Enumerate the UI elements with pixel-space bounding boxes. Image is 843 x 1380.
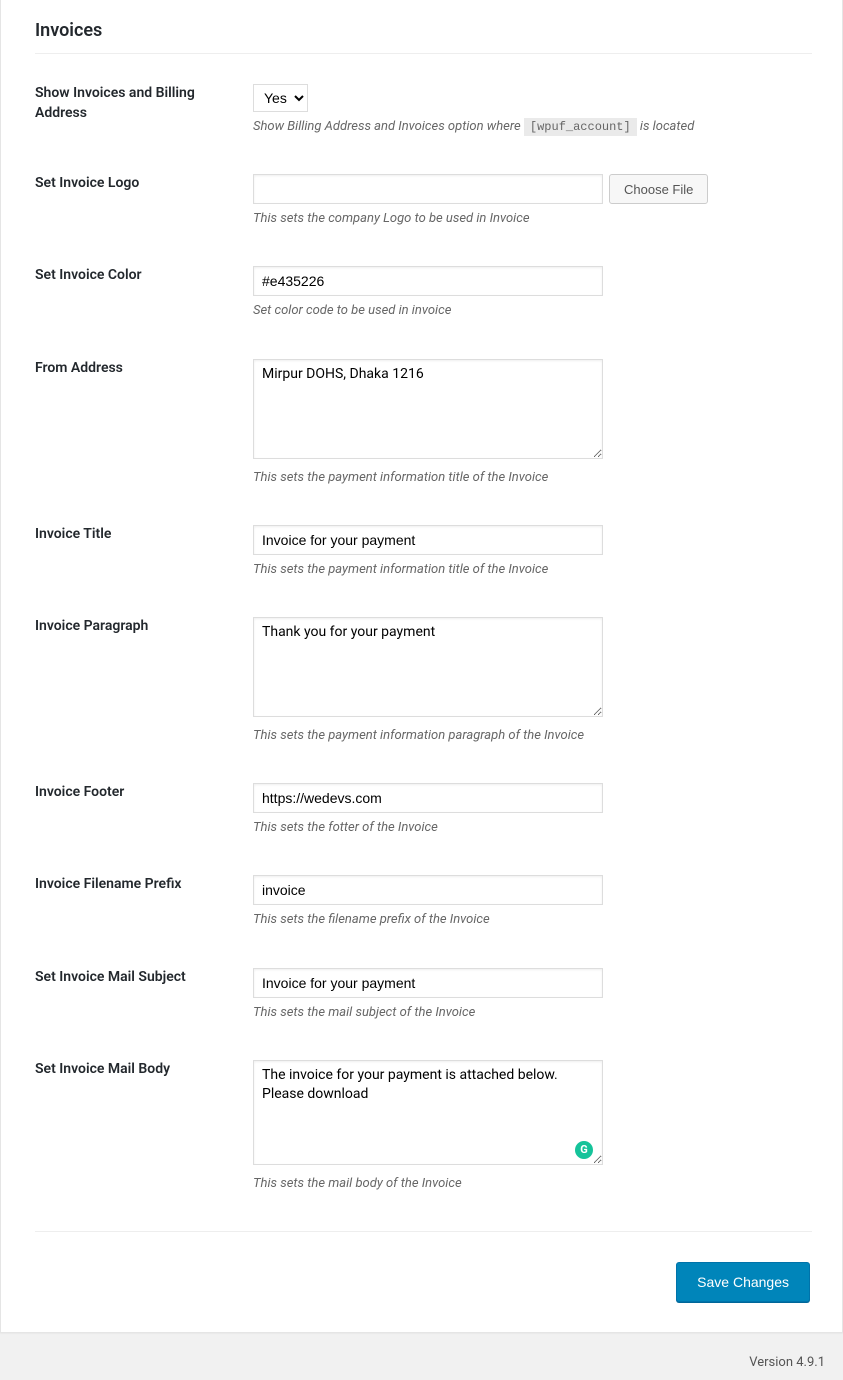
field-invoice-mail-body: Set Invoice Mail Body The invoice for yo… <box>35 1060 812 1193</box>
desc-invoice-mail-body: This sets the mail body of the Invoice <box>253 1175 812 1193</box>
textarea-invoice-mail-body[interactable]: The invoice for your payment is attached… <box>253 1060 603 1165</box>
label-invoice-mail-body: Set Invoice Mail Body <box>35 1061 170 1077</box>
choose-file-button[interactable]: Choose File <box>609 174 708 204</box>
label-invoice-footer: Invoice Footer <box>35 784 124 800</box>
label-invoice-logo: Set Invoice Logo <box>35 175 139 191</box>
footer-version: Version 4.9.1 <box>0 1333 843 1380</box>
desc-show-invoices: Show Billing Address and Invoices option… <box>253 118 812 136</box>
field-invoice-footer: Invoice Footer This sets the fotter of t… <box>35 783 812 837</box>
desc-from-address: This sets the payment information title … <box>253 469 812 487</box>
desc-invoice-logo: This sets the company Logo to be used in… <box>253 210 812 228</box>
submit-row: Save Changes <box>35 1262 812 1302</box>
input-invoice-filename-prefix[interactable] <box>253 875 603 905</box>
divider <box>35 1231 812 1232</box>
field-invoice-mail-subject: Set Invoice Mail Subject This sets the m… <box>35 968 812 1022</box>
input-invoice-title[interactable] <box>253 525 603 555</box>
settings-panel: Invoices Show Invoices and Billing Addre… <box>0 0 843 1333</box>
textarea-from-address[interactable]: Mirpur DOHS, Dhaka 1216 <box>253 359 603 459</box>
label-invoice-title: Invoice Title <box>35 526 111 542</box>
desc-invoice-title: This sets the payment information title … <box>253 561 812 579</box>
desc-invoice-mail-subject: This sets the mail subject of the Invoic… <box>253 1004 812 1022</box>
field-show-invoices: Show Invoices and Billing Address Yes Sh… <box>35 84 812 136</box>
save-changes-button[interactable]: Save Changes <box>676 1262 810 1302</box>
select-show-invoices[interactable]: Yes <box>253 84 308 112</box>
desc-invoice-color: Set color code to be used in invoice <box>253 302 812 320</box>
input-invoice-mail-subject[interactable] <box>253 968 603 998</box>
field-invoice-logo: Set Invoice Logo Choose File This sets t… <box>35 174 812 228</box>
grammarly-icon[interactable]: G <box>575 1141 593 1159</box>
input-invoice-color[interactable] <box>253 266 603 296</box>
field-invoice-filename-prefix: Invoice Filename Prefix This sets the fi… <box>35 875 812 929</box>
label-invoice-mail-subject: Set Invoice Mail Subject <box>35 969 186 985</box>
field-invoice-color: Set Invoice Color Set color code to be u… <box>35 266 812 320</box>
label-from-address: From Address <box>35 360 123 376</box>
label-invoice-paragraph: Invoice Paragraph <box>35 618 148 634</box>
section-title: Invoices <box>35 20 812 54</box>
desc-invoice-footer: This sets the fotter of the Invoice <box>253 819 812 837</box>
input-invoice-logo[interactable] <box>253 174 603 204</box>
label-invoice-filename-prefix: Invoice Filename Prefix <box>35 876 182 892</box>
field-invoice-title: Invoice Title This sets the payment info… <box>35 525 812 579</box>
desc-invoice-filename-prefix: This sets the filename prefix of the Inv… <box>253 911 812 929</box>
desc-invoice-paragraph: This sets the payment information paragr… <box>253 727 812 745</box>
field-from-address: From Address Mirpur DOHS, Dhaka 1216 Thi… <box>35 359 812 487</box>
textarea-invoice-paragraph[interactable]: Thank you for your payment <box>253 617 603 717</box>
field-invoice-paragraph: Invoice Paragraph Thank you for your pay… <box>35 617 812 745</box>
label-invoice-color: Set Invoice Color <box>35 267 142 283</box>
code-snippet: [wpuf_account] <box>524 118 637 136</box>
input-invoice-footer[interactable] <box>253 783 603 813</box>
label-show-invoices: Show Invoices and Billing Address <box>35 85 195 121</box>
